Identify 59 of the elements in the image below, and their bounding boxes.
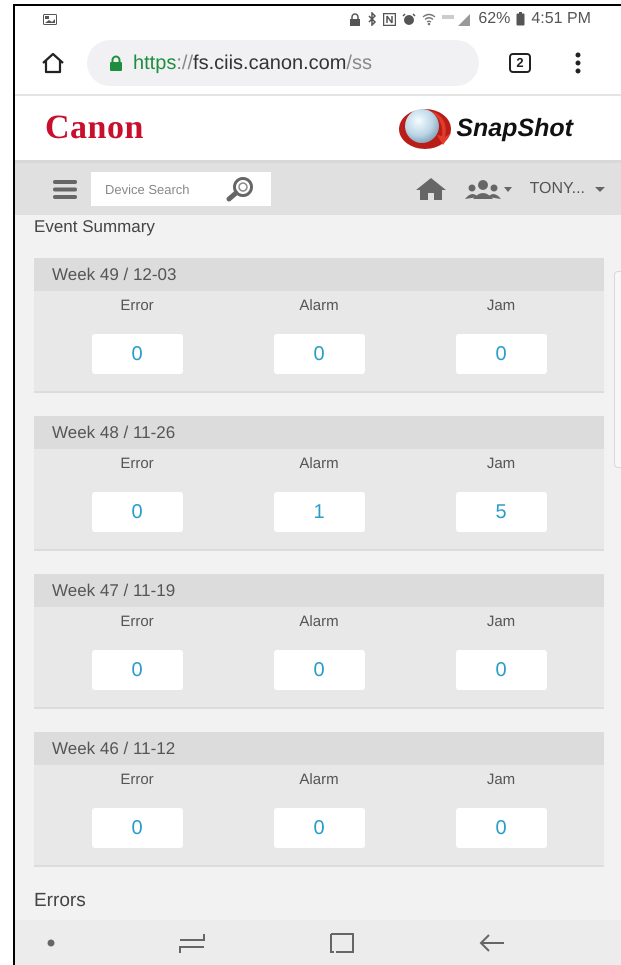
lock-icon	[109, 55, 123, 71]
metric-value[interactable]: 0	[274, 650, 364, 690]
recent-apps-icon[interactable]	[179, 932, 205, 954]
metric-label: Error	[120, 455, 154, 472]
search-bar[interactable]: Device Search	[91, 172, 271, 206]
week-header: Week 47 / 11-19	[34, 574, 604, 607]
home-icon[interactable]	[41, 52, 65, 74]
brand-logo: Canon	[45, 109, 144, 147]
week-header: Week 48 / 11-26	[34, 416, 604, 449]
bluetooth-icon	[367, 12, 378, 26]
alarm-icon	[402, 12, 416, 26]
metric-value[interactable]: 1	[274, 492, 364, 532]
metric-label: Jam	[486, 297, 516, 314]
metric-value[interactable]: 0	[274, 334, 364, 374]
metric-value[interactable]: 0	[92, 808, 182, 848]
user-menu[interactable]: TONY...	[530, 180, 605, 198]
clock-time: 4:51 PM	[531, 10, 591, 28]
metric-value[interactable]: 0	[274, 808, 364, 848]
section-title: Event Summary	[34, 216, 156, 238]
metric-label: Jam	[486, 455, 516, 472]
wifi-icon	[422, 12, 436, 26]
address-bar[interactable]: https://fs.ciis.canon.com/ss	[87, 40, 479, 86]
week-header: Week 49 / 12-03	[34, 258, 604, 291]
metric-value[interactable]: 0	[92, 334, 182, 374]
more-icon[interactable]	[575, 52, 581, 74]
metric-label: Alarm	[299, 771, 339, 788]
search-field[interactable]: Device Search	[105, 182, 225, 196]
caret-icon	[504, 186, 512, 192]
metric-value[interactable]: 0	[92, 492, 182, 532]
section-title: Errors	[34, 890, 87, 912]
users-icon	[464, 179, 501, 199]
tab-count-button[interactable]: 2	[509, 53, 531, 73]
metric-label: Error	[120, 297, 154, 314]
battery-icon	[516, 12, 526, 26]
metric-label: Alarm	[299, 613, 339, 630]
url-text: https://fs.ciis.canon.com/ss	[133, 52, 372, 74]
metric-value[interactable]: 0	[92, 650, 182, 690]
metric-label: Alarm	[299, 297, 339, 314]
battery-percentage: 62%	[478, 10, 510, 28]
week-header: Week 46 / 11-12	[34, 732, 604, 765]
product-name: SnapShot	[456, 114, 573, 142]
metric-label: Error	[120, 613, 154, 630]
metric-label: Jam	[486, 613, 516, 630]
nfc-icon	[383, 12, 396, 26]
metric-value[interactable]: 0	[456, 650, 546, 690]
users-menu[interactable]	[464, 179, 512, 199]
back-icon[interactable]	[479, 932, 505, 952]
metric-value[interactable]: 0	[456, 334, 546, 374]
metric-label: Jam	[486, 771, 516, 788]
metric-label: Alarm	[299, 455, 339, 472]
menu-icon[interactable]	[53, 180, 77, 198]
search-icon[interactable]	[225, 176, 255, 202]
metric-label: Error	[120, 771, 154, 788]
lock-icon	[349, 12, 362, 26]
image-icon	[43, 14, 57, 24]
metric-value[interactable]: 5	[456, 492, 546, 532]
metric-value[interactable]: 0	[456, 808, 546, 848]
dot-icon[interactable]	[47, 938, 55, 946]
caret-icon	[595, 186, 605, 192]
